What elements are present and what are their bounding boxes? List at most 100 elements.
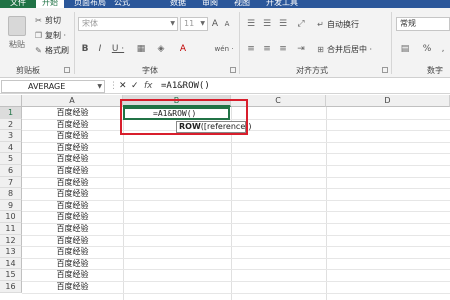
gridline [326, 107, 327, 300]
phonetic-button[interactable]: wén · [212, 42, 236, 56]
editing-cell-b1[interactable]: =A1&ROW() [123, 107, 230, 120]
cell-a[interactable]: 百度经验 [22, 177, 123, 189]
align-bottom-icon[interactable]: ☰ [276, 18, 290, 30]
enter-button[interactable]: ✓ [131, 80, 139, 93]
formula-input[interactable]: =A1&ROW() [161, 80, 210, 93]
row-header[interactable]: 9 [0, 199, 22, 212]
alignment-group-label: 对齐方式 [296, 66, 328, 75]
clipboard-group-label: 剪贴板 [16, 66, 40, 75]
currency-icon[interactable]: ▤ [398, 43, 412, 55]
indent-icon[interactable]: ⇥ [294, 43, 308, 55]
chevron-down-icon: ▼ [170, 20, 175, 27]
wrap-text-label: 自动换行 [327, 20, 359, 29]
column-header-d[interactable]: D [326, 95, 450, 107]
font-size-select[interactable]: 11 ▼ [180, 17, 208, 31]
number-group-label: 数字 [427, 66, 443, 75]
align-right-icon[interactable]: ≡ [276, 43, 290, 55]
font-name-select[interactable]: 宋体 ▼ [78, 17, 178, 31]
cell-a[interactable]: 百度经验 [22, 188, 123, 200]
cut-label: 剪切 [45, 16, 61, 25]
row-header[interactable]: 1 [0, 107, 22, 119]
brush-icon: ✎ [35, 46, 42, 55]
chevron-down-icon: ▼ [97, 83, 102, 90]
row-header[interactable]: 11 [0, 223, 22, 235]
border-icon[interactable]: ▦ [134, 43, 148, 55]
merge-center-button[interactable]: ⊞ 合并后居中 · [316, 43, 372, 56]
percent-button[interactable]: % [420, 42, 434, 56]
tab-view[interactable]: 开发工具 [266, 0, 298, 8]
column-header-b[interactable]: B [123, 95, 231, 107]
orientation-icon[interactable]: ⤢ [294, 18, 308, 30]
italic-button[interactable]: I [94, 42, 106, 56]
column-header-a[interactable]: A [22, 95, 123, 107]
cell-a[interactable]: 百度经验 [22, 223, 123, 235]
row-header[interactable]: 7 [0, 176, 22, 189]
bold-button[interactable]: B [79, 42, 91, 56]
more-icon: ⋮ [109, 81, 118, 91]
row-header[interactable]: 4 [0, 141, 22, 154]
function-tooltip[interactable]: ROW([reference]) [176, 121, 251, 133]
cell-a[interactable]: 百度经验 [22, 107, 123, 119]
row-header[interactable]: 5 [0, 153, 22, 165]
number-format-select[interactable]: 常规 [396, 17, 450, 31]
row-header[interactable]: 16 [0, 281, 22, 293]
align-middle-icon[interactable]: ☰ [260, 18, 274, 30]
row-header[interactable]: 13 [0, 246, 22, 258]
align-left-icon[interactable]: ≡ [244, 43, 258, 55]
paste-button[interactable]: 粘贴 [4, 14, 30, 60]
tab-home[interactable]: 开始 [36, 0, 64, 8]
row-header[interactable]: 10 [0, 211, 22, 223]
cell-a[interactable]: 百度经验 [22, 119, 123, 131]
row-header[interactable]: 8 [0, 188, 22, 200]
insert-function-button[interactable]: fx [144, 80, 153, 93]
font-size-value: 11 [184, 19, 195, 28]
cell-a[interactable]: 百度经验 [22, 246, 123, 258]
shrink-font-button[interactable]: A [222, 17, 232, 31]
font-launcher-icon[interactable] [230, 67, 236, 73]
font-group-label: 字体 [142, 66, 158, 75]
row-header[interactable]: 3 [0, 130, 22, 142]
tab-insert[interactable]: 页面布局 [74, 0, 106, 8]
column-header-c[interactable]: C [231, 95, 326, 107]
cell-a[interactable]: 百度经验 [22, 153, 123, 165]
cut-button[interactable]: ✂ 剪切 [34, 14, 61, 27]
cell-a[interactable]: 百度经验 [22, 235, 123, 247]
row-header[interactable]: 14 [0, 257, 22, 270]
cell-a[interactable]: 百度经验 [22, 281, 123, 293]
alignment-launcher-icon[interactable] [382, 67, 388, 73]
cell-a[interactable]: 百度经验 [22, 130, 123, 142]
row-header[interactable]: 2 [0, 118, 22, 131]
copy-button[interactable]: ❐ 复制 · [34, 29, 66, 42]
tab-data[interactable]: 审阅 [202, 0, 218, 8]
fill-color-icon[interactable]: ◈ [154, 43, 168, 55]
cell-a[interactable]: 百度经验 [22, 211, 123, 223]
tab-file[interactable]: 文件 [0, 0, 36, 8]
tab-formulas[interactable]: 数据 [170, 0, 186, 8]
group-divider [239, 12, 240, 74]
select-all-corner[interactable] [0, 95, 22, 107]
clipboard-launcher-icon[interactable] [64, 67, 70, 73]
format-painter-button[interactable]: ✎ 格式刷 [34, 44, 69, 57]
cell-a[interactable]: 百度经验 [22, 165, 123, 177]
tab-page-layout[interactable]: 公式 [114, 0, 130, 8]
font-color-button[interactable]: A [176, 42, 190, 56]
cell-a[interactable]: 百度经验 [22, 258, 123, 270]
tab-review[interactable]: 视图 [234, 0, 250, 8]
wrap-text-button[interactable]: ↵ 自动换行 [316, 18, 359, 31]
align-center-icon[interactable]: ≡ [260, 43, 274, 55]
group-divider [391, 12, 392, 74]
row-header[interactable]: 15 [0, 269, 22, 281]
align-top-icon[interactable]: ☰ [244, 18, 258, 30]
cell-a[interactable]: 百度经验 [22, 269, 123, 281]
cancel-button[interactable]: ✕ [119, 80, 127, 93]
grow-font-button[interactable]: A [210, 17, 220, 31]
cell-a[interactable]: 百度经验 [22, 200, 123, 212]
cell-a[interactable]: 百度经验 [22, 142, 123, 154]
name-box-value: AVERAGE [28, 82, 66, 91]
row-header[interactable]: 12 [0, 234, 22, 247]
row-header[interactable]: 6 [0, 165, 22, 177]
group-divider [74, 12, 75, 74]
underline-button[interactable]: U · [108, 42, 128, 56]
name-box[interactable]: AVERAGE ▼ [1, 80, 105, 93]
comma-icon[interactable]: , [436, 43, 450, 55]
